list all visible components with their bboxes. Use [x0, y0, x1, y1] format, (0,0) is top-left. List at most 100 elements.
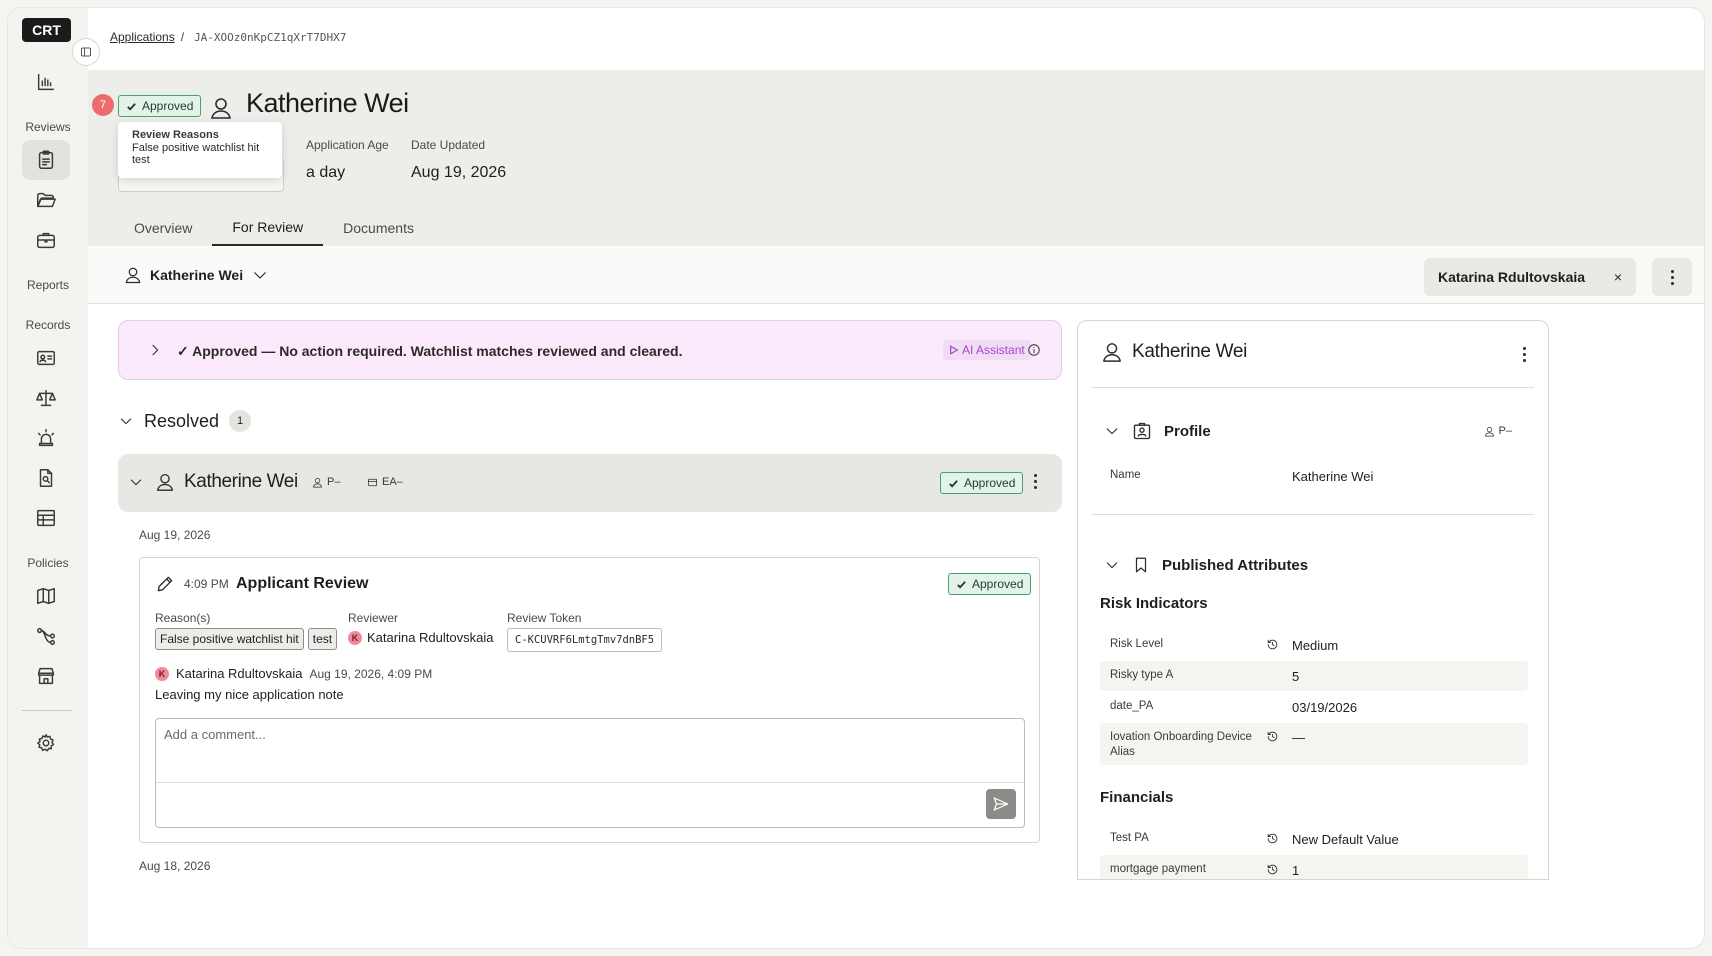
field-key: Risky type A — [1110, 669, 1174, 681]
tab-overview[interactable]: Overview — [114, 210, 212, 246]
profile-badge-icon — [1133, 422, 1151, 440]
person-selector[interactable]: Katherine Wei — [124, 266, 269, 284]
review-reasons-tooltip: Review Reasons False positive watchlist … — [118, 122, 282, 178]
remove-assignee-icon[interactable]: × — [1614, 269, 1622, 285]
sidebar-collapse-button[interactable] — [72, 38, 100, 66]
comment-input[interactable] — [156, 719, 1024, 783]
panel-left-icon — [81, 47, 91, 57]
field-key: date_PA — [1110, 700, 1154, 712]
status-badge: Approved — [940, 472, 1024, 494]
reasons-list: False positive watchlist hit test — [155, 628, 341, 650]
tooltip-title: Review Reasons — [132, 129, 219, 141]
kebab-icon — [1670, 269, 1674, 285]
assignee-name: Katarina Rdultovskaia — [1438, 269, 1586, 285]
timeline-date: Aug 19, 2026 — [139, 528, 211, 542]
chevron-down-icon — [120, 418, 132, 425]
history-icon[interactable] — [1266, 730, 1279, 743]
entity-card-icon — [368, 478, 377, 486]
field-value: 03/19/2026 — [1292, 700, 1358, 715]
profile-person-tag[interactable]: P– — [1484, 425, 1512, 437]
panel-more-actions-icon[interactable] — [1523, 347, 1526, 362]
sidebar: CRT Reviews Reports Records Policies — [8, 8, 88, 948]
status-badge[interactable]: Approved — [118, 95, 202, 117]
application-age-value: a day — [306, 164, 346, 181]
divider — [1092, 514, 1534, 515]
attribute-row: mortgage payment 1 — [1100, 855, 1528, 879]
more-actions-button[interactable] — [1652, 258, 1692, 296]
published-attributes-header[interactable]: Published Attributes — [1104, 555, 1308, 575]
check-icon — [957, 580, 966, 589]
reasons-label: Reason(s) — [155, 611, 211, 625]
sidebar-divider — [22, 710, 72, 711]
workflow-icon[interactable] — [22, 616, 70, 656]
ai-summary-text: ✓ Approved — No action required. Watchli… — [177, 343, 683, 359]
siren-icon[interactable] — [22, 418, 70, 458]
send-comment-button[interactable] — [986, 789, 1016, 819]
field-value: Medium — [1292, 638, 1339, 653]
ai-summary-banner[interactable]: ✓ Approved — No action required. Watchli… — [118, 320, 1062, 380]
scales-icon[interactable] — [22, 378, 70, 418]
review-token[interactable]: C-KCUVRF6LmtgTmv7dnBF5 — [507, 628, 663, 652]
profile-section-header[interactable]: Profile — [1104, 421, 1211, 441]
document-search-icon[interactable] — [22, 458, 70, 498]
financials-title: Financials — [1100, 789, 1174, 806]
chevron-right-icon[interactable] — [147, 342, 163, 358]
reason-chip: test — [307, 628, 338, 650]
chevron-down-icon[interactable] — [128, 474, 144, 490]
field-key: mortgage payment — [1110, 863, 1206, 875]
panel-header: Katherine Wei — [1102, 341, 1247, 363]
breadcrumb-applications-link[interactable]: Applications — [110, 30, 175, 44]
status-label: Approved — [972, 577, 1024, 591]
reason-chip: False positive watchlist hit — [155, 628, 304, 650]
entity-tag[interactable]: EA– — [367, 476, 403, 488]
comment-timestamp: Aug 19, 2026, 4:09 PM — [309, 666, 433, 681]
attribute-row: date_PA 03/19/2026 — [1100, 693, 1528, 723]
breadcrumb-application-id: JA-XOOz0nKpCZ1qXrT7DHX7 — [194, 30, 347, 44]
app-logo[interactable]: CRT — [22, 18, 71, 42]
check-icon — [949, 479, 958, 488]
tooltip-line: False positive watchlist hit — [132, 142, 260, 154]
attribute-row: Risky type A 5 — [1100, 661, 1528, 691]
info-icon[interactable] — [1027, 343, 1041, 357]
panel-name: Katherine Wei — [1132, 341, 1248, 362]
table-icon[interactable] — [22, 498, 70, 538]
person-icon — [125, 267, 141, 284]
person-icon — [313, 477, 322, 487]
history-icon[interactable] — [1266, 832, 1279, 845]
risk-indicators-title: Risk Indicators — [1100, 595, 1208, 612]
briefcase-icon[interactable] — [22, 220, 70, 260]
tab-documents[interactable]: Documents — [323, 210, 434, 246]
applicant-name: Katherine Wei — [246, 88, 409, 118]
person-selector-label: Katherine Wei — [150, 267, 244, 283]
field-value: New Default Value — [1292, 832, 1399, 847]
sidebar-section-policies: Policies — [27, 556, 69, 570]
map-icon[interactable] — [22, 576, 70, 616]
application-age-label: Application Age — [306, 138, 389, 152]
review-title: Applicant Review — [236, 575, 369, 592]
review-time: 4:09 PM — [184, 577, 229, 591]
sidebar-section-reviews: Reviews — [25, 120, 71, 134]
sidebar-section-reports: Reports — [26, 278, 70, 292]
resolved-review-row[interactable]: Katherine Wei P– EA– Approved — [118, 454, 1062, 512]
tab-for-review[interactable]: For Review — [212, 210, 324, 246]
folder-icon[interactable] — [22, 180, 70, 220]
comment-composer — [155, 718, 1025, 828]
id-card-icon[interactable] — [22, 338, 70, 378]
history-icon[interactable] — [1266, 638, 1279, 651]
comment-text: Leaving my nice application note — [155, 687, 344, 702]
row-more-actions-icon[interactable] — [1034, 474, 1037, 489]
review-row-name: Katherine Wei — [184, 471, 298, 492]
gear-icon[interactable] — [22, 723, 70, 763]
breadcrumb-separator: / — [180, 30, 185, 44]
history-icon[interactable] — [1266, 863, 1279, 876]
resolved-section-header[interactable]: Resolved 1 — [118, 410, 252, 432]
person-tag[interactable]: P– — [312, 476, 340, 488]
clipboard-icon[interactable] — [22, 140, 70, 180]
resolved-title: Resolved — [144, 410, 220, 431]
store-icon[interactable] — [22, 656, 70, 696]
dashboard-chart-icon[interactable] — [22, 62, 70, 102]
assignee-chip[interactable]: Katarina Rdultovskaia × — [1424, 258, 1636, 296]
notification-badge[interactable]: 7 — [92, 94, 114, 116]
play-icon — [950, 345, 959, 355]
reviewer-name: Katarina Rdultovskaia — [367, 630, 494, 645]
